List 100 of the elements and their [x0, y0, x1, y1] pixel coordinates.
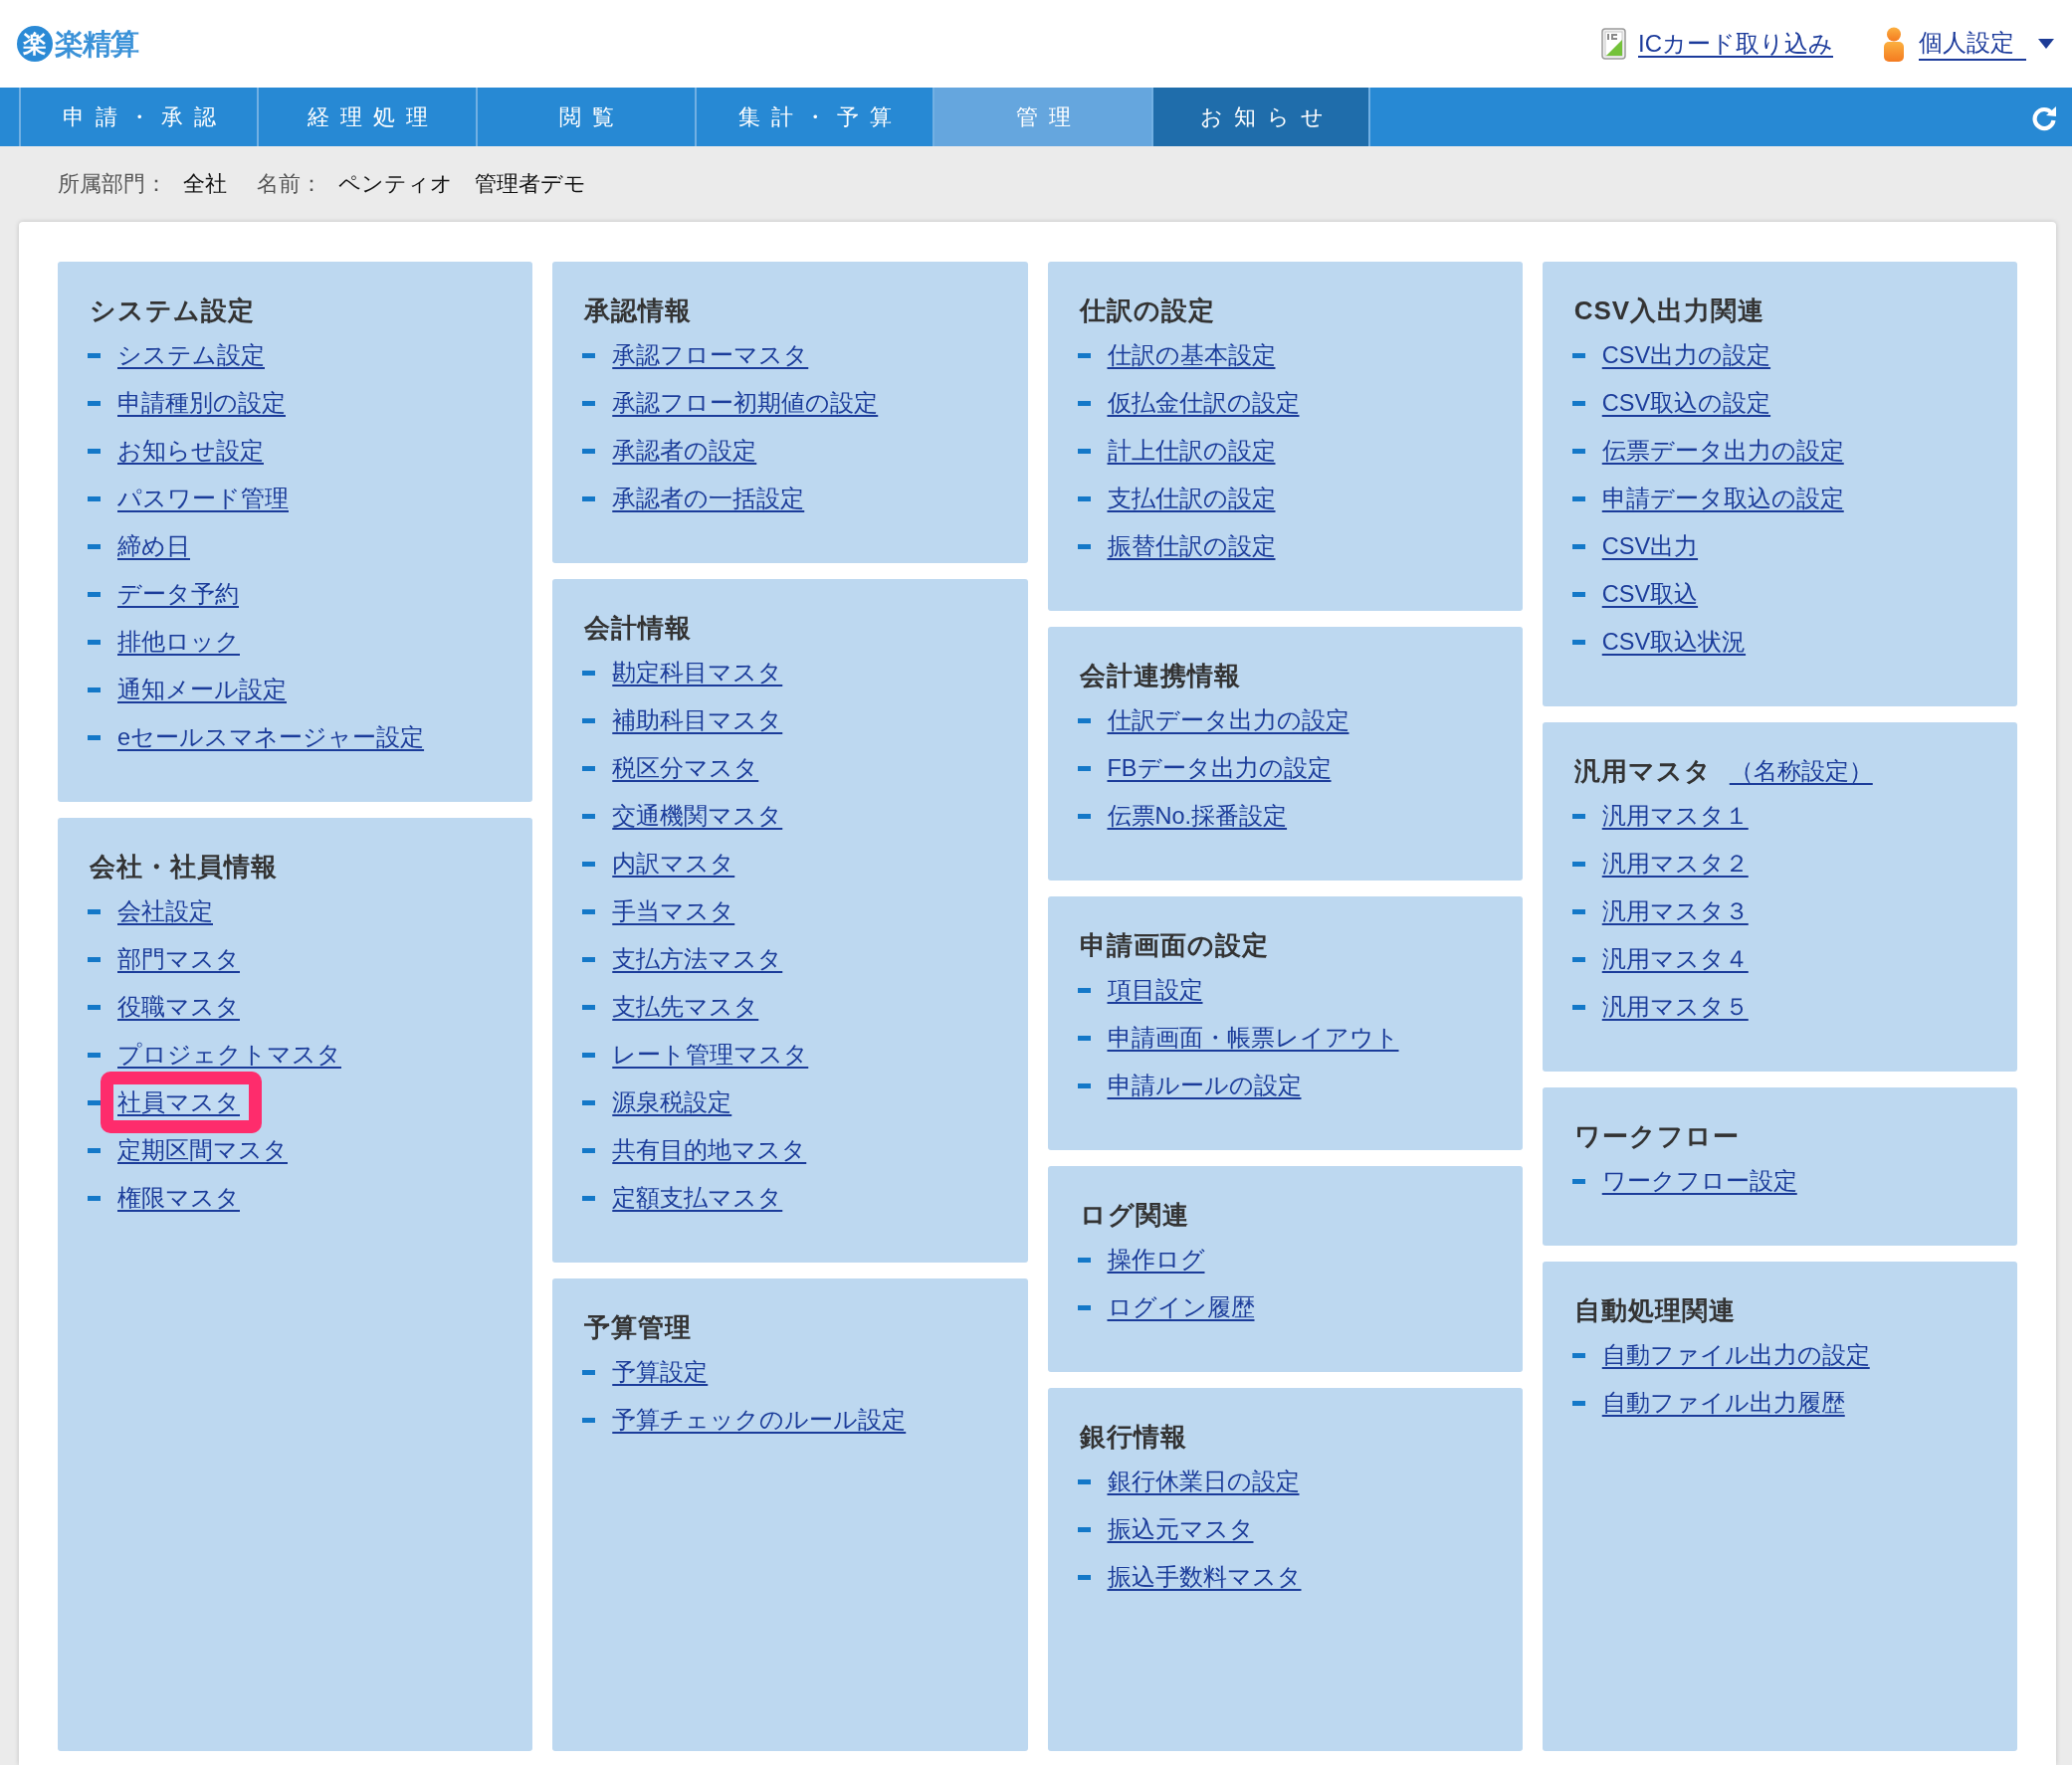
settings-link[interactable]: レート管理マスタ: [612, 1038, 809, 1072]
settings-link[interactable]: 操作ログ: [1107, 1243, 1205, 1276]
nav-tab[interactable]: 経理処理: [257, 88, 476, 146]
settings-link[interactable]: 振込手数料マスタ: [1107, 1560, 1302, 1594]
settings-link[interactable]: プロジェクトマスタ: [117, 1038, 341, 1072]
settings-link[interactable]: 承認者の一括設定: [612, 482, 805, 515]
settings-link[interactable]: 項目設定: [1107, 973, 1203, 1007]
settings-link[interactable]: データ予約: [117, 577, 239, 611]
settings-link[interactable]: 仮払金仕訳の設定: [1107, 386, 1300, 420]
settings-link[interactable]: 締め日: [117, 529, 190, 563]
settings-link[interactable]: 支払先マスタ: [612, 990, 759, 1024]
dash-icon: [582, 1369, 596, 1375]
dash-icon: [88, 956, 101, 962]
settings-link[interactable]: 承認フローマスタ: [612, 338, 809, 372]
settings-link[interactable]: 汎用マスタ３: [1601, 894, 1749, 928]
settings-link[interactable]: 計上仕訳の設定: [1107, 434, 1276, 468]
settings-link[interactable]: 権限マスタ: [117, 1181, 240, 1215]
settings-link[interactable]: 社員マスタ: [117, 1085, 240, 1119]
user-menu-link[interactable]: 個人設定: [1919, 27, 2026, 61]
settings-link[interactable]: 仕訳データ出力の設定: [1107, 703, 1349, 737]
dash-icon: [1077, 717, 1091, 723]
dash-icon: [1571, 495, 1585, 501]
settings-link[interactable]: CSV取込の設定: [1601, 386, 1771, 420]
settings-link[interactable]: 通知メール設定: [117, 673, 287, 706]
settings-link[interactable]: 承認フロー初期値の設定: [612, 386, 879, 420]
logo-mark: 楽: [17, 26, 53, 62]
settings-link[interactable]: 汎用マスタ４: [1601, 942, 1749, 976]
settings-link[interactable]: 伝票No.採番設定: [1107, 799, 1288, 833]
settings-link[interactable]: CSV取込: [1601, 577, 1699, 611]
settings-link[interactable]: 共有目的地マスタ: [612, 1133, 807, 1167]
settings-link[interactable]: 仕訳の基本設定: [1107, 338, 1276, 372]
settings-link[interactable]: 手当マスタ: [612, 894, 735, 928]
dash-icon: [582, 352, 596, 358]
settings-link[interactable]: 会社設定: [117, 894, 213, 928]
dash-icon: [1571, 908, 1585, 914]
settings-link[interactable]: 排他ロック: [117, 625, 240, 659]
settings-link[interactable]: 銀行休業日の設定: [1107, 1465, 1300, 1498]
settings-link[interactable]: 交通機関マスタ: [612, 799, 783, 833]
dash-icon: [88, 1099, 101, 1105]
department-label: 所属部門：: [58, 170, 167, 198]
nav-tab[interactable]: お知らせ: [1151, 88, 1370, 146]
dash-icon: [1077, 400, 1091, 406]
settings-link[interactable]: パスワード管理: [117, 482, 289, 515]
dash-icon: [1077, 352, 1091, 358]
settings-link[interactable]: 汎用マスタ２: [1601, 847, 1749, 881]
settings-link[interactable]: ワークフロー設定: [1601, 1164, 1797, 1198]
settings-link[interactable]: 定額支払マスタ: [612, 1181, 783, 1215]
caret-icon[interactable]: [2038, 39, 2054, 49]
settings-link[interactable]: お知らせ設定: [117, 434, 264, 468]
settings-link[interactable]: 予算チェックのルール設定: [612, 1403, 907, 1437]
settings-link[interactable]: FBデータ出力の設定: [1107, 751, 1332, 785]
settings-link[interactable]: 定期区間マスタ: [117, 1133, 288, 1167]
settings-link[interactable]: 支払方法マスタ: [612, 942, 783, 976]
dash-icon: [582, 1195, 596, 1201]
dash-icon: [1077, 543, 1091, 549]
settings-link[interactable]: 振込元マスタ: [1107, 1512, 1254, 1546]
settings-link[interactable]: 補助科目マスタ: [612, 703, 783, 737]
settings-link[interactable]: 自動ファイル出力の設定: [1601, 1338, 1870, 1372]
settings-link[interactable]: 支払仕訳の設定: [1107, 482, 1276, 515]
settings-link[interactable]: CSV出力: [1601, 529, 1699, 563]
settings-link[interactable]: 振替仕訳の設定: [1107, 529, 1276, 563]
settings-link[interactable]: 汎用マスタ１: [1601, 799, 1749, 833]
dash-icon: [1077, 1478, 1091, 1484]
dash-icon: [1077, 1526, 1091, 1532]
nav-tab[interactable]: 申請・承認: [19, 88, 257, 146]
settings-link[interactable]: 予算設定: [612, 1355, 709, 1389]
name-settings-link[interactable]: （名称設定）: [1729, 754, 1873, 788]
settings-link[interactable]: 役職マスタ: [117, 990, 240, 1024]
settings-link[interactable]: 源泉税設定: [612, 1085, 732, 1119]
dash-icon: [1571, 1178, 1585, 1184]
dash-icon: [582, 1417, 596, 1423]
settings-link[interactable]: 勘定科目マスタ: [612, 656, 783, 689]
dash-icon: [1571, 861, 1585, 867]
settings-link[interactable]: 自動ファイル出力履歴: [1601, 1386, 1845, 1420]
settings-link[interactable]: 承認者の設定: [612, 434, 757, 468]
settings-link[interactable]: 申請種別の設定: [117, 386, 286, 420]
settings-link[interactable]: 申請画面・帳票レイアウト: [1107, 1021, 1399, 1055]
dash-icon: [1571, 1004, 1585, 1010]
settings-link[interactable]: 汎用マスタ５: [1601, 990, 1749, 1024]
name-value: ペンティオ 管理者デモ: [338, 170, 586, 198]
app-logo[interactable]: 楽精算: [55, 26, 138, 62]
settings-link[interactable]: 部門マスタ: [117, 942, 240, 976]
settings-link[interactable]: eセールスマネージャー設定: [117, 720, 425, 754]
settings-link[interactable]: 伝票データ出力の設定: [1601, 434, 1844, 468]
settings-link[interactable]: ログイン履歴: [1107, 1290, 1255, 1324]
settings-link[interactable]: CSV出力の設定: [1601, 338, 1771, 372]
dash-icon: [582, 717, 596, 723]
panel-title: ワークフロー: [1573, 1120, 1740, 1153]
dash-icon: [1077, 1082, 1091, 1088]
department-value: 全社: [183, 170, 227, 198]
settings-link[interactable]: CSV取込状況: [1601, 625, 1747, 659]
settings-link[interactable]: 内訳マスタ: [612, 847, 735, 881]
ic-card-link[interactable]: ICカード取り込み: [1638, 27, 1833, 61]
settings-link[interactable]: 税区分マスタ: [612, 751, 759, 785]
nav-tab[interactable]: 閲覧: [476, 88, 695, 146]
settings-link[interactable]: 申請ルールの設定: [1107, 1069, 1302, 1102]
settings-link[interactable]: 申請データ取込の設定: [1601, 482, 1844, 515]
dash-icon: [582, 1052, 596, 1058]
settings-link[interactable]: システム設定: [117, 338, 265, 372]
dash-icon: [1571, 400, 1585, 406]
